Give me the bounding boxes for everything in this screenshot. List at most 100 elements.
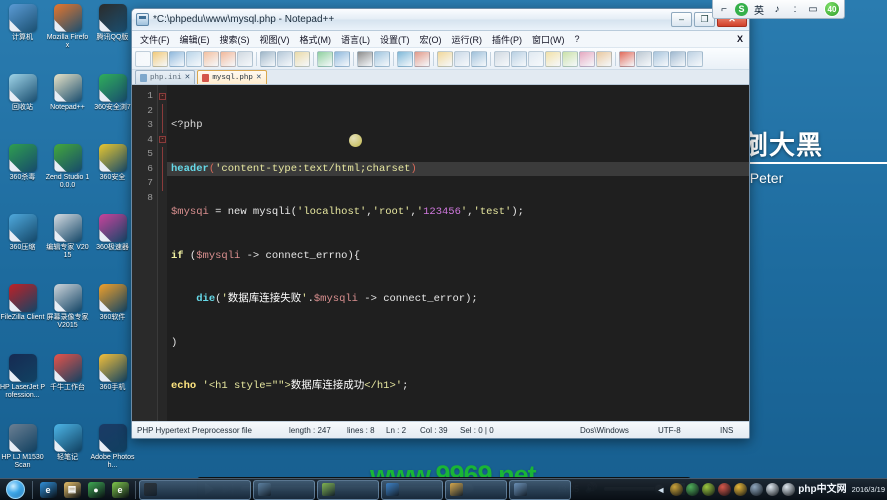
ime-language-bar[interactable]: ⌐ S 英 ♪ : ▭ 40 [712, 0, 845, 19]
sync-v-icon[interactable] [437, 50, 453, 67]
desktop-icon-360-zip-icon[interactable]: 360压缩 [0, 214, 45, 280]
desktop-icon-360-mobile-icon[interactable]: 360手机 [90, 354, 135, 420]
menu-item-7[interactable]: 宏(O) [415, 33, 447, 46]
ime-tone-icon[interactable]: ♪ [770, 2, 784, 16]
desktop-icon-qq-icon[interactable]: 腾讯QQ版 [90, 4, 135, 70]
tray-leaf-icon[interactable] [734, 483, 748, 496]
fold-marker-5[interactable] [158, 147, 167, 162]
zoom-out-icon[interactable] [414, 50, 430, 67]
taskbar-task-5[interactable] [509, 479, 571, 500]
function-list-icon[interactable] [562, 50, 578, 67]
doc-map-icon[interactable] [579, 50, 595, 67]
fold-marker-6[interactable] [158, 161, 167, 176]
menu-item-4[interactable]: 格式(M) [295, 33, 337, 46]
menu-item-5[interactable]: 语言(L) [336, 33, 375, 46]
internet-explorer-icon[interactable]: e [36, 480, 60, 500]
tray-360-icon[interactable] [686, 483, 700, 496]
fold-marker-2[interactable] [158, 103, 167, 118]
fold-collapse-icon[interactable]: - [159, 136, 166, 144]
ime-logo-icon[interactable]: S [735, 2, 748, 16]
macro-play-icon[interactable] [653, 50, 669, 67]
desktop-icon-filezilla-icon[interactable]: FileZilla Client [0, 284, 45, 350]
desktop-icon-360-browser-icon[interactable]: 360安全浏7 [90, 74, 135, 140]
menu-item-6[interactable]: 设置(T) [375, 33, 415, 46]
minimize-button[interactable]: – [671, 12, 692, 27]
close-file-icon[interactable] [203, 50, 219, 67]
menu-item-9[interactable]: 插件(P) [487, 33, 527, 46]
user-defined-icon[interactable] [545, 50, 561, 67]
print-icon[interactable] [237, 50, 253, 67]
volume-tray-icon[interactable] [782, 483, 796, 496]
desktop-icon-firefox-icon[interactable]: Mozilla Firefox [45, 4, 90, 70]
tray-app-1-icon[interactable] [670, 483, 684, 496]
new-file-icon[interactable] [135, 50, 151, 67]
ime-panel-icon[interactable]: ▭ [806, 2, 820, 16]
ime-restore-icon[interactable]: ⌐ [717, 2, 731, 16]
desktop-icon-360-safe-icon[interactable]: 360安全 [90, 144, 135, 210]
code-text-area[interactable]: <?php header('content-type:text/html;cha… [167, 85, 749, 421]
360-browser-taskbar-icon[interactable]: ● [84, 480, 108, 500]
windows-start-orb-icon[interactable] [1, 480, 29, 500]
desktop-icon-360-accel-icon[interactable]: 360极速器 [90, 214, 135, 280]
desktop-icon-hp-laserjet-icon[interactable]: HP LaserJet Profession... [0, 354, 45, 420]
windows-explorer-icon[interactable]: ▤ [60, 480, 84, 500]
desktop-icon-computer-icon[interactable]: 计算机 [0, 4, 45, 70]
desktop-icon-qianniu-icon[interactable]: 千牛工作台 [45, 354, 90, 420]
fold-marker-4[interactable]: - [158, 133, 167, 148]
show-hidden-icons-icon[interactable]: ◄ [654, 483, 667, 496]
menu-item-10[interactable]: 窗口(W) [527, 33, 570, 46]
indent-guide-icon[interactable] [511, 50, 527, 67]
save-icon[interactable] [169, 50, 185, 67]
replace-icon[interactable] [374, 50, 390, 67]
notepadpp-window[interactable]: *C:\phpedu\www\mysql.php - Notepad++ – ❐… [131, 8, 750, 439]
system-tray[interactable]: ◄ php中文网 2016/3/19 [654, 479, 887, 500]
code-folding-column[interactable]: -- [158, 85, 167, 421]
find-icon[interactable] [357, 50, 373, 67]
taskbar-task-0[interactable] [139, 479, 251, 500]
open-file-icon[interactable] [152, 50, 168, 67]
tray-qq-icon[interactable] [718, 483, 732, 496]
sync-h-icon[interactable] [454, 50, 470, 67]
desktop-icon-editor-expert-icon[interactable]: 编辑专家 V2015 [45, 214, 90, 280]
ime-dot-icon[interactable]: : [788, 2, 802, 16]
fold-marker-1[interactable]: - [158, 89, 167, 104]
close-document-button[interactable]: X [737, 34, 749, 44]
desktop-icon-360-antivirus-icon[interactable]: 360杀毒 [0, 144, 45, 210]
ui-tabs-icon[interactable] [528, 50, 544, 67]
code-editor[interactable]: 12345678 -- <?php header('content-type:t… [132, 85, 749, 421]
menu-item-0[interactable]: 文件(F) [135, 33, 175, 46]
desktop-icon-screen-recorder-icon[interactable]: 屏幕录像专家 V2015 [45, 284, 90, 350]
360-safe-taskbar-icon[interactable]: e [108, 480, 132, 500]
taskbar-task-1[interactable] [253, 479, 315, 500]
tray-doc-icon[interactable] [750, 483, 764, 496]
redo-icon[interactable] [334, 50, 350, 67]
copy-icon[interactable] [277, 50, 293, 67]
menu-item-8[interactable]: 运行(R) [447, 33, 488, 46]
macro-record-icon[interactable] [619, 50, 635, 67]
fold-marker-3[interactable] [158, 118, 167, 133]
ime-chinese-icon[interactable]: 英 [752, 2, 766, 17]
fold-marker-7[interactable] [158, 176, 167, 191]
desktop-icon-notepadpp-icon[interactable]: Notepad++ [45, 74, 90, 140]
windows-taskbar[interactable]: e ▤ ● e ◄ php中文网 2016/3/19 [0, 478, 887, 500]
macro-runmulti-icon[interactable] [670, 50, 686, 67]
taskbar-task-4[interactable] [445, 479, 507, 500]
paste-icon[interactable] [294, 50, 310, 67]
cut-icon[interactable] [260, 50, 276, 67]
tab-close-icon[interactable]: ✕ [185, 73, 191, 82]
zoom-in-icon[interactable] [397, 50, 413, 67]
window-title-bar[interactable]: *C:\phpedu\www\mysql.php - Notepad++ – ❐… [132, 9, 749, 31]
ime-badge[interactable]: 40 [824, 1, 840, 17]
desktop-icon-recycle-bin-icon[interactable]: 回收站 [0, 74, 45, 140]
all-chars-icon[interactable] [494, 50, 510, 67]
document-tab-bar[interactable]: php.ini ✕ mysql.php ✕ [132, 70, 749, 85]
fold-collapse-icon[interactable]: - [159, 92, 166, 100]
menu-item-3[interactable]: 视图(V) [255, 33, 295, 46]
fold-marker-8[interactable] [158, 191, 167, 206]
word-wrap-icon[interactable] [471, 50, 487, 67]
menu-item-2[interactable]: 搜索(S) [215, 33, 255, 46]
macro-save-icon[interactable] [687, 50, 703, 67]
tab-close-icon[interactable]: ✕ [256, 73, 262, 82]
document-tab-1[interactable]: mysql.php ✕ [197, 70, 267, 84]
menu-bar[interactable]: 文件(F) 编辑(E) 搜索(S) 视图(V) 格式(M) 语言(L) 设置(T) 宏(O) 运… [132, 31, 749, 48]
